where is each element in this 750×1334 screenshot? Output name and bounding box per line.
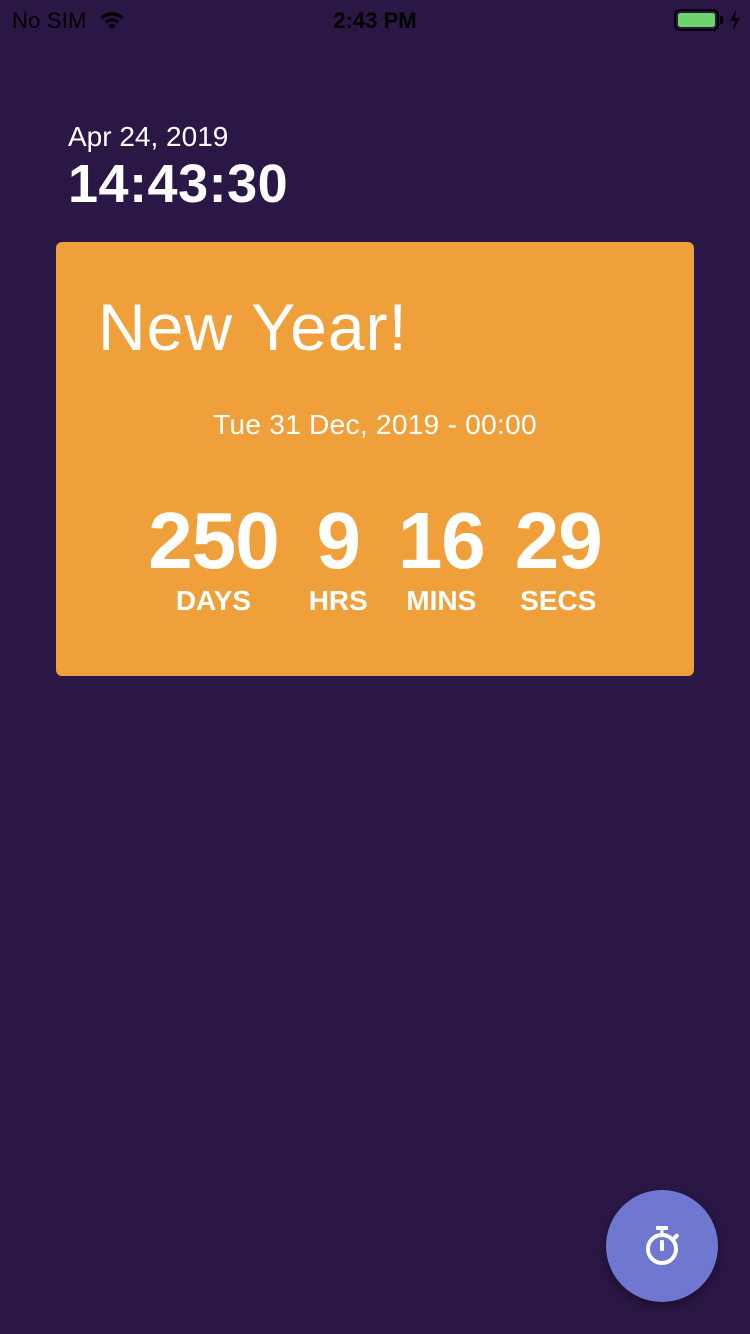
countdown-days: 250 DAYS bbox=[148, 496, 279, 618]
charging-icon bbox=[730, 10, 740, 30]
event-date: Tue 31 Dec, 2019 - 00:00 bbox=[213, 409, 537, 440]
status-bar: No SIM 2:43 PM bbox=[0, 0, 750, 40]
countdown-seconds: 29 SECS bbox=[514, 496, 603, 618]
seconds-label: SECS bbox=[520, 585, 597, 616]
countdown-minutes: 16 MINS bbox=[397, 496, 486, 618]
hours-value: 9 bbox=[316, 496, 361, 585]
hours-label: HRS bbox=[308, 585, 368, 616]
add-timer-button[interactable] bbox=[606, 1190, 718, 1302]
countdown-card[interactable]: New Year! Tue 31 Dec, 2019 - 00:00 250 D… bbox=[56, 242, 694, 676]
countdown-hours: 9 HRS bbox=[309, 498, 368, 618]
seconds-value: 29 bbox=[514, 496, 603, 585]
battery-icon bbox=[674, 9, 723, 31]
timer-icon bbox=[646, 1226, 680, 1265]
current-clock: Apr 24, 2019 14:43:30 bbox=[68, 120, 288, 214]
current-date: Apr 24, 2019 bbox=[68, 121, 229, 152]
countdown-screen: No SIM 2:43 PM Apr 24, 2019 14:43:30 New… bbox=[0, 0, 750, 1334]
status-right bbox=[674, 9, 742, 31]
countdown-values: 250 DAYS 9 HRS 16 MINS 29 SECS bbox=[56, 498, 694, 618]
current-time: 14:43:30 bbox=[68, 154, 289, 214]
minutes-value: 16 bbox=[397, 496, 486, 585]
days-value: 250 bbox=[148, 496, 279, 585]
minutes-label: MINS bbox=[406, 585, 477, 616]
status-time: 2:43 PM bbox=[333, 8, 417, 33]
days-label: DAYS bbox=[175, 585, 252, 616]
event-title: New Year! bbox=[98, 290, 408, 364]
